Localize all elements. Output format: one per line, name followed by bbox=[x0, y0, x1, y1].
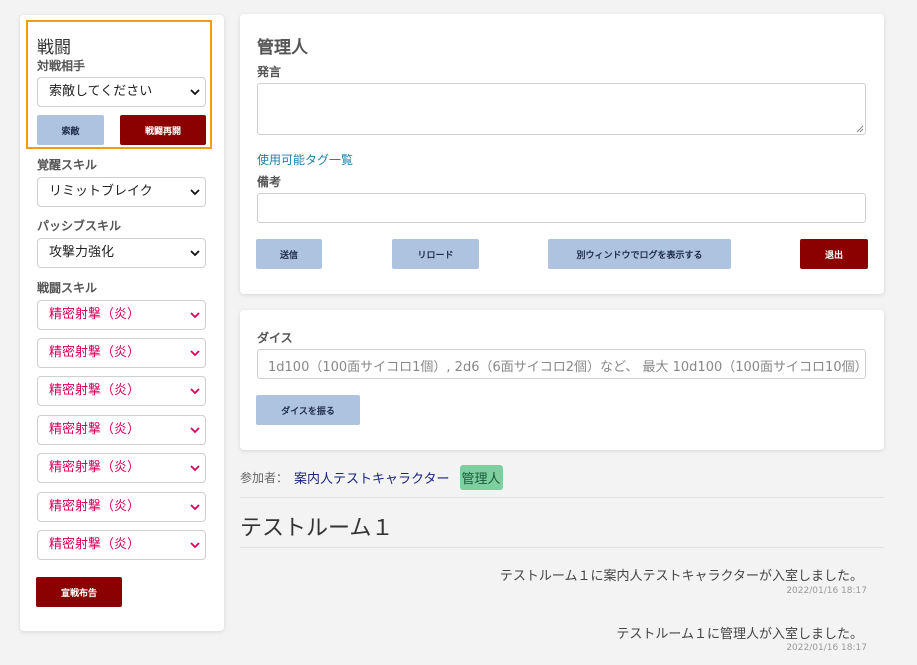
chevron-down-icon bbox=[190, 427, 200, 434]
chevron-down-icon bbox=[190, 250, 200, 257]
participant-name[interactable]: 案内人テストキャラクター bbox=[294, 468, 449, 487]
chevron-down-icon bbox=[190, 89, 200, 96]
dice-panel bbox=[240, 310, 884, 450]
awakening-skill-value: リミットブレイク bbox=[49, 184, 153, 199]
divider bbox=[240, 547, 884, 548]
dice-label: ダイス bbox=[257, 331, 293, 345]
log-message: テストルーム１に管理人が入室しました。 bbox=[616, 627, 863, 642]
battle-skill-value: 精密射撃（炎） bbox=[49, 460, 141, 475]
participants-label: 参加者： bbox=[240, 470, 289, 485]
speech-textarea[interactable] bbox=[257, 83, 866, 135]
divider bbox=[240, 497, 884, 498]
battle-skill-value: 精密射撃（炎） bbox=[49, 422, 141, 437]
passive-skill-label: パッシブスキル bbox=[37, 219, 122, 233]
passive-skill-select[interactable]: 攻撃力強化 bbox=[37, 238, 206, 268]
battle-skill-select-1[interactable]: 精密射撃（炎） bbox=[37, 300, 206, 330]
declare-war-button[interactable]: 宣戦布告 bbox=[36, 577, 122, 607]
battle-title: 戦闘 bbox=[37, 38, 71, 58]
battle-skill-label: 戦闘スキル bbox=[37, 281, 98, 295]
battle-skill-select-3[interactable]: 精密射撃（炎） bbox=[37, 376, 206, 406]
available-tags-link[interactable]: 使用可能タグ一覧 bbox=[257, 151, 353, 168]
battle-skill-value: 精密射撃（炎） bbox=[49, 537, 141, 552]
battle-skill-select-7[interactable]: 精密射撃（炎） bbox=[37, 530, 206, 560]
participant-name-badge[interactable]: 管理人 bbox=[459, 464, 503, 490]
reload-button[interactable]: リロード bbox=[392, 239, 479, 269]
battle-skill-select-6[interactable]: 精密射撃（炎） bbox=[37, 492, 206, 522]
participants: 参加者： 案内人テストキャラクター 管理人 bbox=[240, 464, 503, 490]
battle-skill-value: 精密射撃（炎） bbox=[49, 345, 141, 360]
note-input[interactable] bbox=[257, 193, 866, 223]
opponent-select-value: 索敵してください bbox=[49, 84, 153, 99]
opponent-label: 対戦相手 bbox=[37, 59, 86, 73]
search-button[interactable]: 索敵 bbox=[37, 115, 104, 145]
exit-button[interactable]: 退出 bbox=[800, 239, 868, 269]
battle-skill-value: 精密射撃（炎） bbox=[49, 307, 141, 322]
chevron-down-icon bbox=[190, 388, 200, 395]
chevron-down-icon bbox=[190, 465, 200, 472]
log-message: テストルーム１に案内人テストキャラクターが入室しました。 bbox=[499, 569, 863, 584]
dice-input[interactable]: 1d100（100面サイコロ1個）, 2d6（6面サイコロ2個）など、 最大 1… bbox=[257, 349, 866, 379]
awakening-skill-label: 覚醒スキル bbox=[37, 158, 98, 172]
battle-skill-select-2[interactable]: 精密射撃（炎） bbox=[37, 338, 206, 368]
battle-skill-value: 精密射撃（炎） bbox=[49, 499, 141, 514]
awakening-skill-select[interactable]: リミットブレイク bbox=[37, 177, 206, 207]
passive-skill-value: 攻撃力強化 bbox=[49, 245, 115, 260]
resume-battle-button[interactable]: 戦闘再開 bbox=[120, 115, 206, 145]
open-log-window-button[interactable]: 別ウィンドウでログを表示する bbox=[548, 239, 731, 269]
resize-handle-icon[interactable] bbox=[856, 125, 864, 133]
note-label: 備考 bbox=[257, 175, 282, 189]
battle-skill-value: 精密射撃（炎） bbox=[49, 383, 141, 398]
dice-input-placeholder: 1d100（100面サイコロ1個）, 2d6（6面サイコロ2個）など、 最大 1… bbox=[268, 360, 866, 375]
chevron-down-icon bbox=[190, 312, 200, 319]
log-timestamp: 2022/01/16 18:17 bbox=[786, 586, 867, 596]
opponent-select[interactable]: 索敵してください bbox=[37, 77, 206, 107]
chevron-down-icon bbox=[190, 542, 200, 549]
log-timestamp: 2022/01/16 18:17 bbox=[786, 643, 867, 653]
chevron-down-icon bbox=[190, 504, 200, 511]
chevron-down-icon bbox=[190, 189, 200, 196]
battle-skill-select-4[interactable]: 精密射撃（炎） bbox=[37, 415, 206, 445]
roll-dice-button[interactable]: ダイスを振る bbox=[256, 395, 360, 425]
chevron-down-icon bbox=[190, 350, 200, 357]
room-title: テストルーム１ bbox=[240, 516, 394, 541]
send-button[interactable]: 送信 bbox=[256, 239, 322, 269]
battle-skill-select-5[interactable]: 精密射撃（炎） bbox=[37, 453, 206, 483]
speech-label: 発言 bbox=[257, 65, 282, 79]
post-title: 管理人 bbox=[257, 38, 308, 58]
